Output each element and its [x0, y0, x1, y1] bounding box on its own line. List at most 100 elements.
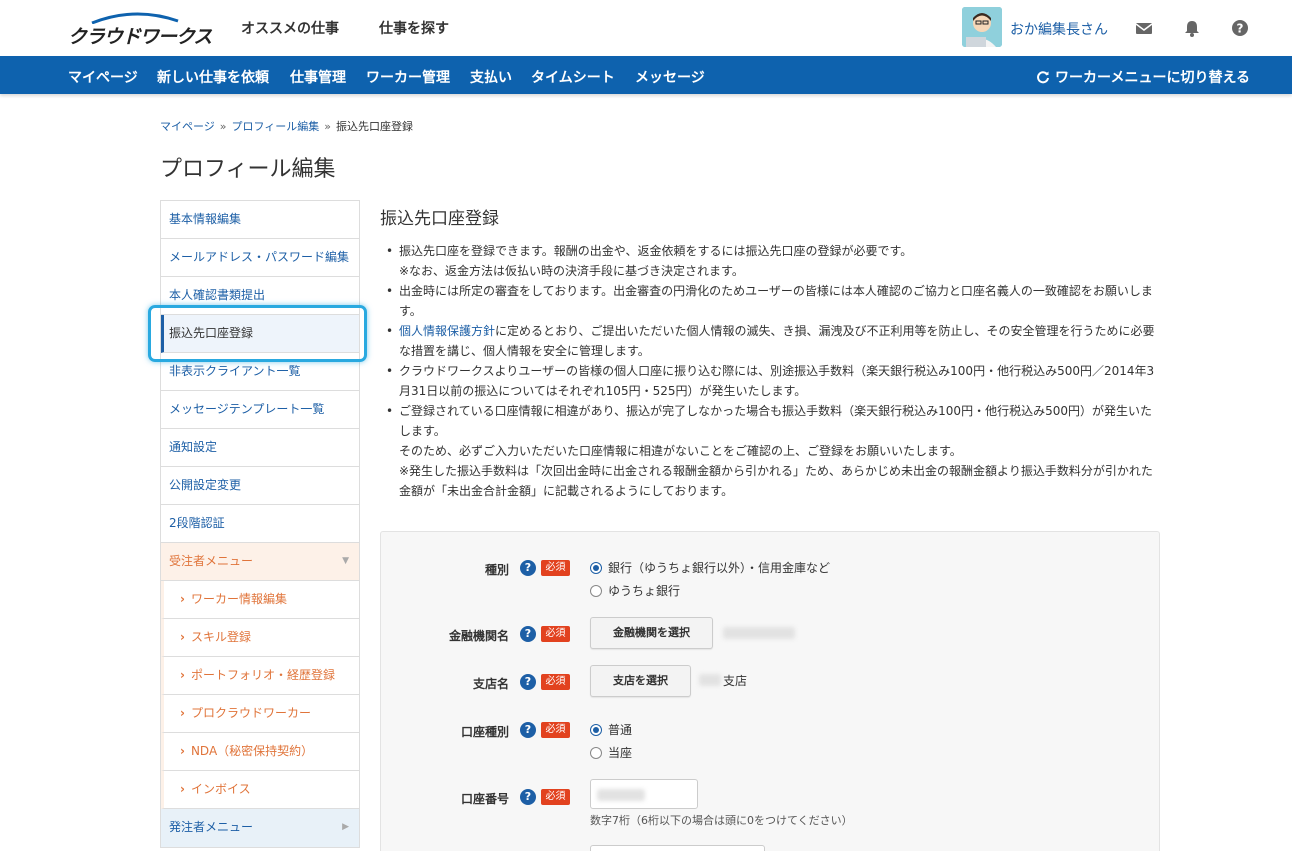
- mail-icon[interactable]: [1134, 18, 1154, 38]
- help-circle-icon[interactable]: ?: [520, 674, 536, 690]
- chevron-right-icon: ›: [180, 706, 185, 720]
- bank-account-form: 種別 ? 必須 銀行（ゆうちょ銀行以外）・信用金庫など ゆうちょ銀行 金融機関名…: [380, 531, 1160, 851]
- required-badge: 必須: [541, 789, 570, 805]
- sidebar-subitem-worker-info[interactable]: › ワーカー情報編集: [161, 581, 359, 619]
- nav-mypage[interactable]: マイページ: [68, 67, 138, 87]
- section-title: 振込先口座登録: [380, 209, 499, 229]
- help-icon[interactable]: ?: [1230, 18, 1250, 38]
- radio-label: ゆうちょ銀行: [608, 584, 681, 598]
- sidebar-subitem-label: ワーカー情報編集: [190, 592, 287, 606]
- nav-worker-management[interactable]: ワーカー管理: [366, 67, 450, 87]
- note-text: 月31日以前の振込についてはそれぞれ105円・525円）が発生いたします。: [399, 384, 807, 398]
- type-option-bank[interactable]: 銀行（ゆうちょ銀行以外）・信用金庫など: [590, 559, 830, 576]
- username-link[interactable]: おか編集長さん: [1010, 19, 1108, 39]
- radio-checked[interactable]: [590, 724, 602, 736]
- sidebar-group-label: 発注者メニュー: [169, 820, 254, 834]
- sidebar-item-notification-settings[interactable]: 通知設定: [161, 429, 359, 467]
- sidebar-group-contractor-menu[interactable]: 受注者メニュー ▼: [161, 543, 359, 581]
- nav-recommended-jobs[interactable]: オススメの仕事: [241, 18, 339, 38]
- required-badge: 必須: [541, 674, 570, 690]
- sidebar-item-email-password[interactable]: メールアドレス・パスワード編集: [161, 239, 359, 277]
- nav-timesheet[interactable]: タイムシート: [531, 67, 615, 87]
- radio-unchecked[interactable]: [590, 585, 602, 597]
- select-bank-button[interactable]: 金融機関を選択: [590, 617, 713, 649]
- note-item: 個人情報保護方針に定めるとおり、ご提出いただいた個人情報の滅失、き損、漏洩及び不…: [386, 321, 1161, 361]
- required-badge: 必須: [541, 560, 570, 576]
- account-type-current[interactable]: 当座: [590, 744, 632, 761]
- notes-list: 振込先口座を登録できます。報酬の出金や、返金依頼をするには振込先口座の登録が必要…: [386, 241, 1161, 501]
- note-text: します。: [399, 424, 446, 438]
- sidebar-subitem-label: NDA（秘密保持契約）: [190, 744, 314, 758]
- chevron-right-icon: ›: [180, 668, 185, 682]
- note-item: ご登録されている口座情報に相違があり、振込が完了しなかった場合も振込手数料（楽天…: [386, 401, 1161, 501]
- nav-find-jobs[interactable]: 仕事を探す: [379, 18, 449, 38]
- sidebar-subitem-label: プロクラウドワーカー: [190, 706, 311, 720]
- radio-label: 当座: [608, 746, 633, 760]
- help-circle-icon[interactable]: ?: [520, 560, 536, 576]
- account-number-label: 口座番号: [460, 792, 509, 806]
- note-text: ※発生した振込手数料は「次回出金時に出金される報酬金額から引かれる」ため、あらか…: [399, 464, 1153, 478]
- chevron-right-icon: ›: [180, 630, 185, 644]
- radio-label: 銀行（ゆうちょ銀行以外）・信用金庫など: [608, 561, 831, 575]
- avatar-illustration-icon: [962, 7, 1002, 47]
- sidebar-item-identity-documents[interactable]: 本人確認書類提出: [161, 277, 359, 315]
- triangle-right-icon: ▶: [342, 822, 349, 832]
- sidebar-subitem-label: スキル登録: [190, 630, 251, 644]
- type-option-yucho[interactable]: ゆうちょ銀行: [590, 582, 680, 599]
- note-text: ご登録されている口座情報に相違があり、振込が完了しなかった場合も振込手数料（楽天…: [399, 404, 1152, 418]
- radio-checked[interactable]: [590, 562, 602, 574]
- type-label: 種別: [484, 563, 509, 577]
- breadcrumb-profile-edit[interactable]: プロフィール編集: [232, 120, 320, 133]
- note-text: に定めるとおり、ご提出いただいた個人情報の滅失、き損、漏洩及び不正利用等を防止し…: [495, 324, 1155, 338]
- sidebar-item-hidden-clients[interactable]: 非表示クライアント一覧: [161, 353, 359, 391]
- bell-icon[interactable]: [1182, 18, 1202, 38]
- sidebar-item-two-factor-auth[interactable]: 2段階認証: [161, 505, 359, 543]
- nav-payment[interactable]: 支払い: [470, 67, 512, 87]
- sidebar-item-bank-account[interactable]: 振込先口座登録: [161, 315, 359, 353]
- note-text: す。: [399, 304, 422, 318]
- note-text: な措置を講じ、個人情報を安全に管理します。: [399, 344, 650, 358]
- chevron-right-icon: ›: [180, 744, 185, 758]
- select-branch-button[interactable]: 支店を選択: [590, 665, 691, 697]
- sidebar-item-visibility-settings[interactable]: 公開設定変更: [161, 467, 359, 505]
- note-item: 出金時には所定の審査をしております。出金審査の円滑化のためユーザーの皆様には本人…: [386, 281, 1161, 321]
- switch-to-worker-menu-button[interactable]: ワーカーメニューに切り替える: [1036, 67, 1250, 87]
- sidebar-item-basic-info[interactable]: 基本情報編集: [161, 201, 359, 239]
- triangle-down-icon: ▼: [342, 556, 349, 566]
- help-circle-icon[interactable]: ?: [520, 626, 536, 642]
- sidebar-subitem-portfolio[interactable]: › ポートフォリオ・経歴登録: [161, 657, 359, 695]
- bank-label: 金融機関名: [448, 629, 509, 643]
- sidebar-subitem-pro-crowdworker[interactable]: › プロクラウドワーカー: [161, 695, 359, 733]
- branch-suffix: 支店: [723, 674, 748, 688]
- radio-label: 普通: [608, 723, 633, 737]
- chevron-right-icon: ›: [180, 782, 185, 796]
- breadcrumb-separator: »: [324, 120, 332, 133]
- sidebar-item-message-templates[interactable]: メッセージテンプレート一覧: [161, 391, 359, 429]
- account-type-ordinary[interactable]: 普通: [590, 721, 632, 738]
- sidebar: 基本情報編集 メールアドレス・パスワード編集 本人確認書類提出 振込先口座登録 …: [160, 200, 360, 848]
- note-text: ※なお、返金方法は仮払い時の決済手段に基づき決定されます。: [399, 264, 744, 278]
- note-item: クラウドワークスよりユーザーの皆様の個人口座に振り込む際には、別途振込手数料（楽…: [386, 361, 1161, 401]
- breadcrumb-current: 振込先口座登録: [336, 120, 414, 133]
- next-field-input[interactable]: [590, 845, 765, 851]
- sidebar-subitem-label: ポートフォリオ・経歴登録: [190, 668, 335, 682]
- help-circle-icon[interactable]: ?: [520, 789, 536, 805]
- crowdworks-logo[interactable]: クラウドワークス: [68, 10, 212, 48]
- note-text: クラウドワークスよりユーザーの皆様の個人口座に振り込む際には、別途振込手数料（楽…: [399, 364, 1155, 378]
- nav-messages[interactable]: メッセージ: [635, 67, 705, 87]
- account-number-input[interactable]: [590, 779, 698, 809]
- nav-new-job-request[interactable]: 新しい仕事を依頼: [157, 67, 269, 87]
- help-circle-icon[interactable]: ?: [520, 722, 536, 738]
- breadcrumb-mypage[interactable]: マイページ: [160, 120, 215, 133]
- sidebar-subitem-invoice[interactable]: › インボイス: [161, 771, 359, 809]
- privacy-policy-link[interactable]: 個人情報保護方針: [399, 324, 495, 338]
- sidebar-subitem-nda[interactable]: › NDA（秘密保持契約）: [161, 733, 359, 771]
- radio-unchecked[interactable]: [590, 747, 602, 759]
- nav-job-management[interactable]: 仕事管理: [290, 67, 346, 87]
- sidebar-subitem-skills[interactable]: › スキル登録: [161, 619, 359, 657]
- breadcrumb: マイページ » プロフィール編集 » 振込先口座登録: [160, 118, 413, 134]
- switch-label: ワーカーメニューに切り替える: [1055, 70, 1251, 86]
- sidebar-group-client-menu[interactable]: 発注者メニュー ▶: [161, 809, 359, 847]
- account-type-label: 口座種別: [460, 725, 509, 739]
- avatar[interactable]: [962, 7, 1002, 47]
